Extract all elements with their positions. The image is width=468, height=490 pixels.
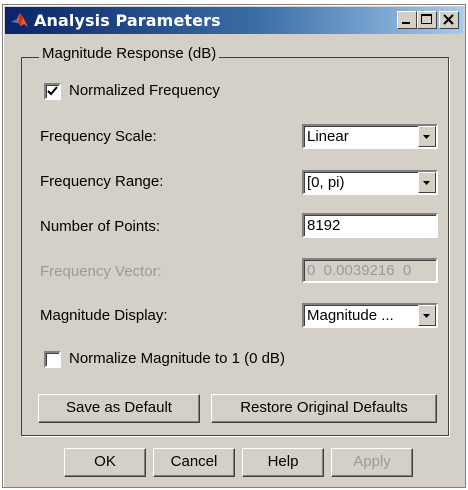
number-of-points-value: 8192 xyxy=(307,217,341,234)
window-title: Analysis Parameters xyxy=(34,11,221,30)
maximize-button[interactable] xyxy=(417,11,437,29)
frequency-vector-label: Frequency Vector: xyxy=(40,263,162,280)
magnitude-display-label: Magnitude Display: xyxy=(40,307,168,324)
frequency-range-select[interactable]: [0, pi) xyxy=(302,170,438,195)
checkmark-icon xyxy=(47,86,58,96)
title-bar[interactable]: Analysis Parameters xyxy=(5,7,463,34)
minimize-icon xyxy=(402,22,410,24)
chevron-down-icon xyxy=(423,314,430,318)
maximize-icon xyxy=(421,14,432,24)
apply-button: Apply xyxy=(331,448,413,477)
minimize-button[interactable] xyxy=(397,11,417,29)
normalized-frequency-label: Normalized Frequency xyxy=(69,82,220,99)
panel-title: Magnitude Response (dB) xyxy=(39,45,220,62)
number-of-points-label: Number of Points: xyxy=(40,218,161,235)
frequency-vector-input: 0 0.0039216 0 xyxy=(302,258,438,283)
normalized-frequency-checkbox[interactable] xyxy=(44,83,61,100)
ok-button[interactable]: OK xyxy=(64,448,146,477)
cancel-button[interactable]: Cancel xyxy=(153,448,235,477)
analysis-parameters-dialog: Analysis Parameters Magnitude Response (… xyxy=(2,4,466,488)
matlab-logo-icon xyxy=(10,11,29,30)
frequency-scale-dropdown-button[interactable] xyxy=(418,126,436,147)
normalize-magnitude-checkbox[interactable] xyxy=(44,351,61,368)
magnitude-display-value: Magnitude ... xyxy=(307,307,394,324)
normalize-magnitude-label: Normalize Magnitude to 1 (0 dB) xyxy=(69,350,285,367)
help-button[interactable]: Help xyxy=(242,448,324,477)
chevron-down-icon xyxy=(423,181,430,185)
magnitude-display-select[interactable]: Magnitude ... xyxy=(302,303,438,328)
chevron-down-icon xyxy=(423,135,430,139)
frequency-range-label: Frequency Range: xyxy=(40,173,164,190)
frequency-scale-label: Frequency Scale: xyxy=(40,128,157,145)
magnitude-response-panel xyxy=(21,57,449,436)
close-icon xyxy=(443,14,454,25)
frequency-range-dropdown-button[interactable] xyxy=(418,172,436,193)
close-button[interactable] xyxy=(439,11,459,29)
magnitude-display-dropdown-button[interactable] xyxy=(418,305,436,326)
frequency-scale-value: Linear xyxy=(307,128,349,145)
save-as-default-button[interactable]: Save as Default xyxy=(38,394,200,423)
frequency-scale-select[interactable]: Linear xyxy=(302,124,438,149)
number-of-points-input[interactable]: 8192 xyxy=(302,213,438,238)
restore-original-defaults-button[interactable]: Restore Original Defaults xyxy=(211,394,437,423)
frequency-vector-value: 0 0.0039216 0 xyxy=(307,262,412,279)
frequency-range-value: [0, pi) xyxy=(307,174,345,191)
